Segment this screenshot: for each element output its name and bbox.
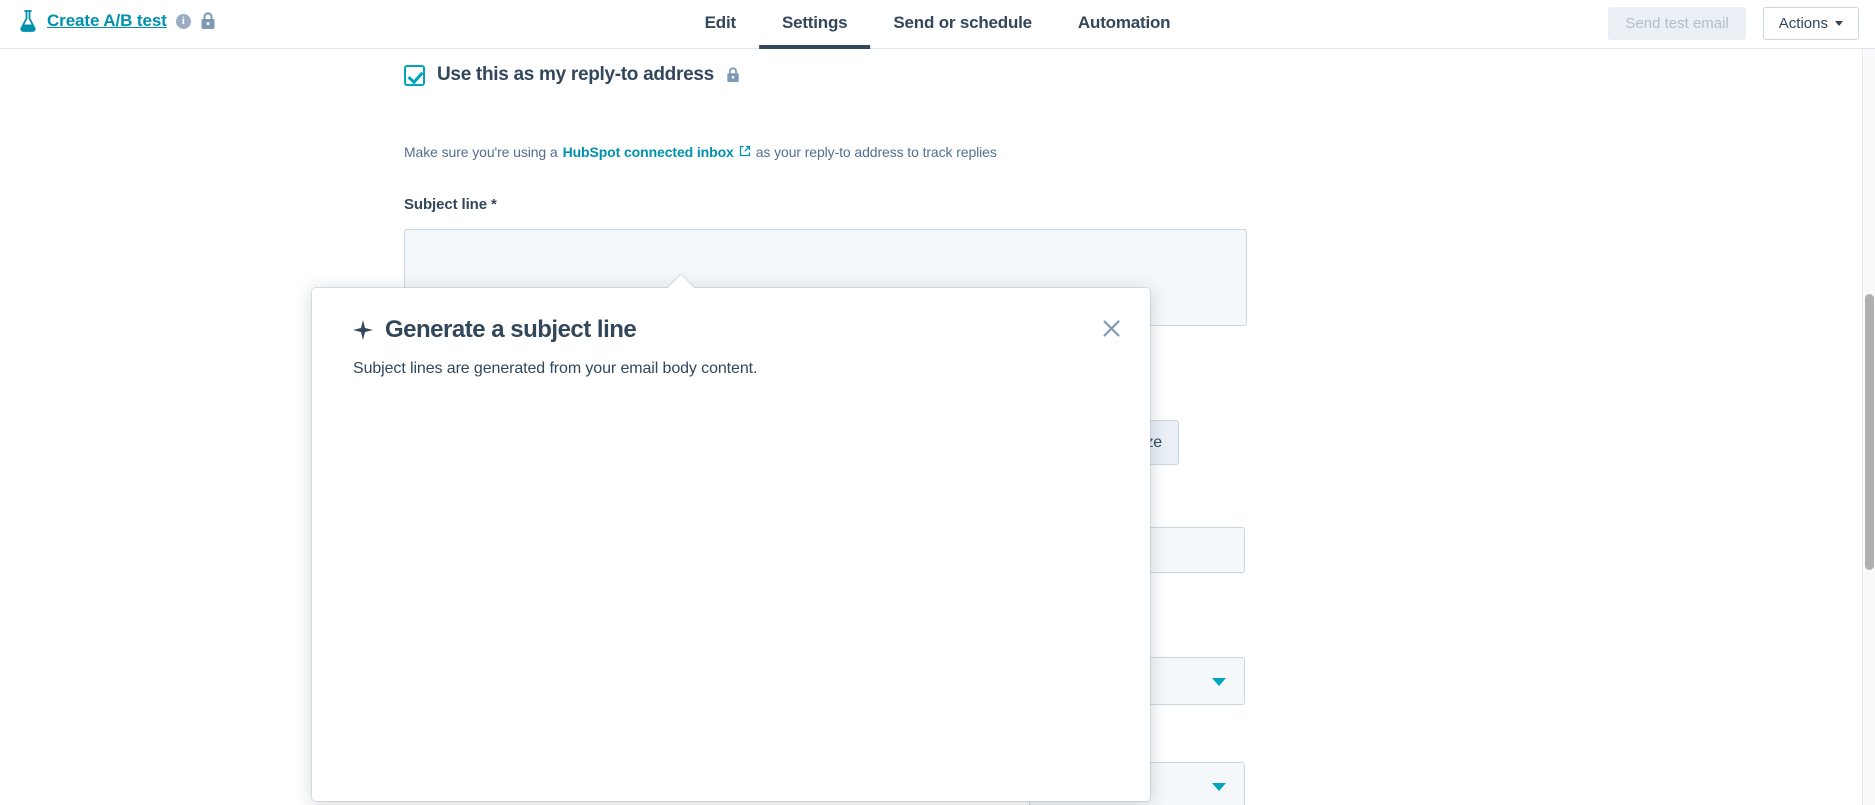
modal-subtitle: Subject lines are generated from your em… bbox=[353, 360, 757, 378]
top-navigation-bar: Create A/B test i Edit Settings Send or … bbox=[0, 0, 1875, 49]
modal-header: Generate a subject line bbox=[353, 316, 636, 344]
chevron-down-icon bbox=[1212, 678, 1226, 686]
close-icon[interactable] bbox=[1096, 313, 1126, 343]
scrollbar-thumb[interactable] bbox=[1865, 294, 1874, 570]
external-link-icon bbox=[739, 144, 751, 160]
flask-icon bbox=[18, 10, 38, 32]
hubspot-connected-inbox-link[interactable]: HubSpot connected inbox bbox=[563, 144, 734, 160]
generate-subject-line-modal: Generate a subject line Subject lines ar… bbox=[312, 288, 1150, 801]
modal-title: Generate a subject line bbox=[385, 316, 636, 344]
sparkle-icon bbox=[353, 320, 373, 340]
reply-to-checkbox-row[interactable]: Use this as my reply-to address bbox=[404, 64, 740, 86]
main-tabs: Edit Settings Send or schedule Automatio… bbox=[682, 0, 1194, 49]
modal-caret bbox=[667, 275, 695, 289]
page-scrollbar[interactable] bbox=[1862, 49, 1875, 805]
topbar-left-group: Create A/B test i bbox=[18, 10, 216, 32]
create-ab-test-link[interactable]: Create A/B test bbox=[47, 11, 167, 31]
chevron-down-icon bbox=[1835, 21, 1843, 26]
reply-to-help-text: Make sure you're using a HubSpot connect… bbox=[404, 144, 997, 160]
reply-to-checkbox[interactable] bbox=[404, 65, 425, 86]
send-test-email-button[interactable]: Send test email bbox=[1608, 7, 1745, 40]
actions-button-label: Actions bbox=[1779, 15, 1828, 32]
topbar-right-group: Send test email Actions bbox=[1608, 7, 1859, 40]
chevron-down-icon bbox=[1212, 783, 1226, 791]
reply-to-help-prefix: Make sure you're using a bbox=[404, 144, 558, 160]
reply-to-help-suffix: as your reply-to address to track replie… bbox=[756, 144, 997, 160]
lock-icon bbox=[200, 12, 216, 30]
tab-edit[interactable]: Edit bbox=[682, 1, 759, 49]
tab-automation[interactable]: Automation bbox=[1055, 1, 1193, 49]
tab-send-or-schedule[interactable]: Send or schedule bbox=[870, 1, 1055, 49]
subject-line-label: Subject line * bbox=[404, 196, 497, 213]
lock-icon bbox=[726, 67, 740, 83]
info-icon[interactable]: i bbox=[176, 14, 191, 29]
actions-button[interactable]: Actions bbox=[1763, 7, 1859, 40]
tab-settings[interactable]: Settings bbox=[759, 1, 870, 49]
reply-to-label: Use this as my reply-to address bbox=[437, 64, 714, 86]
